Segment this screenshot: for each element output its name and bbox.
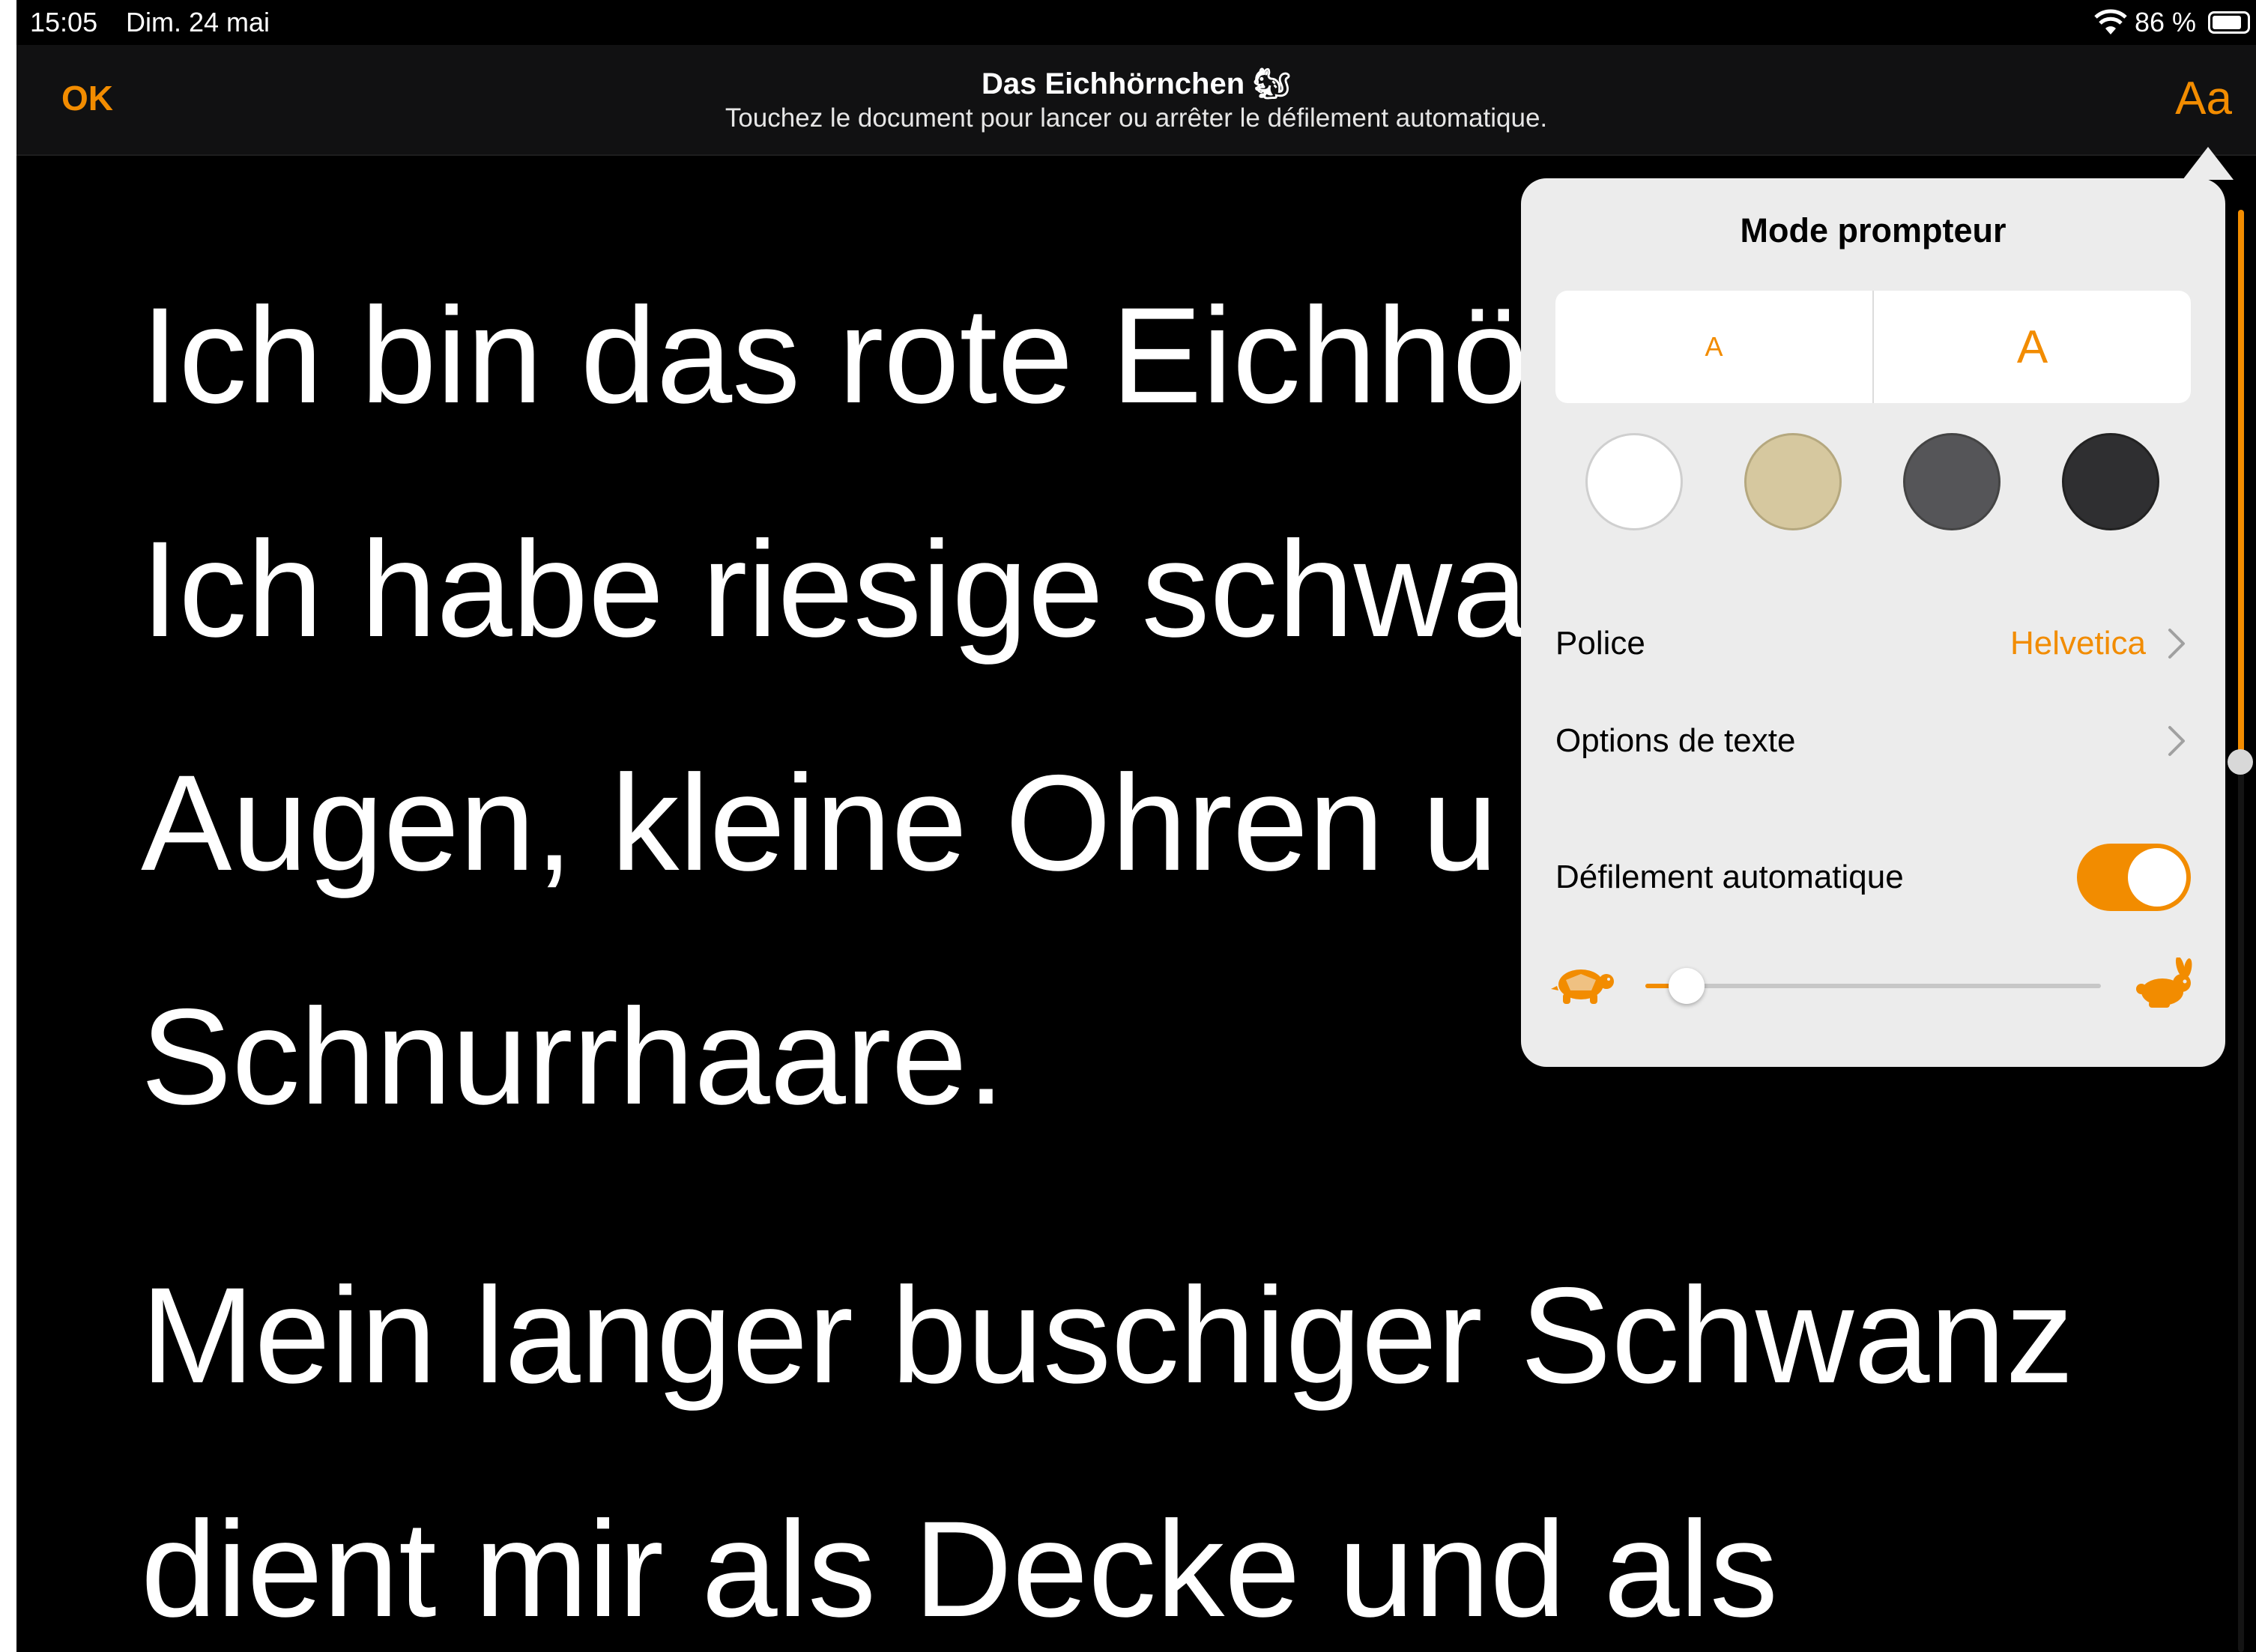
text-format-button[interactable]: Aa	[2175, 72, 2232, 125]
popover-arrow	[2183, 147, 2234, 180]
screen: 15:05 Dim. 24 mai 86 % OK Das Eichhörnch…	[16, 0, 2256, 1652]
speed-slider-track[interactable]	[1645, 984, 2101, 988]
battery-percent: 86 %	[2134, 7, 2196, 37]
autoscroll-row: Défilement automatique	[1555, 844, 2191, 911]
battery-icon	[2208, 11, 2250, 34]
wifi-icon	[2094, 9, 2127, 34]
text-options-row[interactable]: Options de texte	[1555, 707, 2191, 775]
toggle-knob	[2128, 848, 2186, 907]
rabbit-icon	[2136, 957, 2192, 1008]
popover-title: Mode prompteur	[1740, 211, 2006, 249]
text-line: Mein langer buschiger Schwanz	[141, 1259, 2074, 1412]
font-row[interactable]: Police Helvetica	[1555, 610, 2191, 677]
font-label: Police	[1555, 625, 1645, 662]
theme-white-swatch[interactable]	[1585, 433, 1683, 530]
teleprompter-popover: Mode prompteur A A Police Helvetica Opti…	[1521, 178, 2225, 1067]
document-title: Das Eichhörnchen 🐿	[981, 67, 1292, 100]
speed-slider-thumb[interactable]	[1668, 968, 1705, 1004]
status-indicators: 86 %	[2094, 4, 2250, 40]
increase-text-size-button[interactable]: A	[1874, 291, 2191, 403]
autoscroll-label: Défilement automatique	[1555, 859, 1904, 895]
navigation-bar: OK Das Eichhörnchen 🐿 Touchez le documen…	[16, 45, 2256, 156]
text-options-label: Options de texte	[1555, 722, 1796, 759]
chevron-right-icon	[2168, 726, 2185, 756]
scroll-knob[interactable]	[2228, 749, 2253, 775]
document-hint: Touchez le document pour lancer ou arrêt…	[725, 103, 1548, 133]
scroll-speed-control	[1551, 957, 2195, 1013]
theme-dark-swatch[interactable]	[2062, 433, 2159, 530]
status-date: Dim. 24 mai	[126, 7, 270, 37]
text-size-control: A A	[1555, 291, 2191, 403]
text-line: dient mir als Decke und als	[141, 1492, 1778, 1645]
decrease-text-size-button[interactable]: A	[1555, 291, 1874, 403]
theme-gray-swatch[interactable]	[1903, 433, 2001, 530]
window-edge	[0, 0, 16, 1652]
scroll-indicator[interactable]	[2238, 210, 2244, 764]
turtle-icon	[1551, 969, 1614, 1004]
autoscroll-toggle[interactable]	[2077, 844, 2191, 911]
paragraph: Mein langer buschiger Schwanz dient mir …	[141, 1173, 2074, 1652]
battery-level	[2213, 16, 2241, 29]
status-time: 15:05	[30, 7, 98, 37]
font-value: Helvetica	[2010, 625, 2146, 662]
chevron-right-icon	[2168, 629, 2185, 659]
theme-swatches	[1555, 433, 2191, 533]
theme-sepia-swatch[interactable]	[1744, 433, 1842, 530]
